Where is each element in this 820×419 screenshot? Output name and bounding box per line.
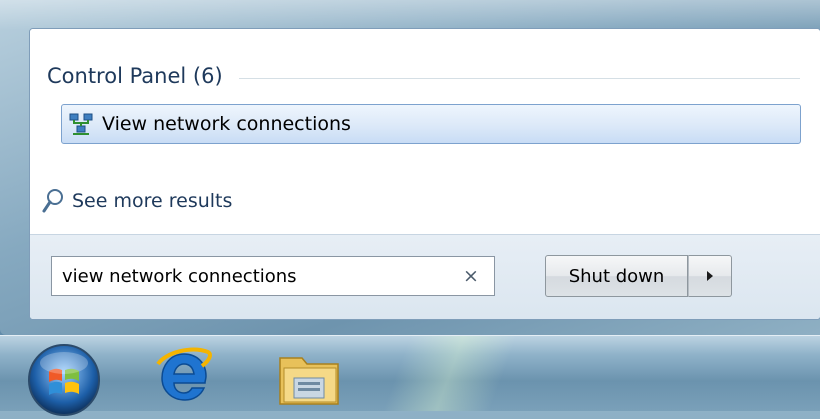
see-more-results-link[interactable]: See more results (42, 186, 232, 216)
result-label: View network connections (102, 113, 351, 135)
search-input[interactable] (52, 258, 456, 294)
shutdown-options-button[interactable] (688, 255, 732, 297)
magnifier-icon (42, 189, 63, 213)
start-menu-panel: Control Panel (6) View network connectio… (29, 28, 820, 320)
network-connections-icon (69, 113, 93, 135)
search-results: Control Panel (6) View network connectio… (30, 29, 820, 237)
start-orb[interactable] (25, 341, 103, 419)
see-more-label: See more results (72, 190, 233, 212)
windows-explorer-icon[interactable] (276, 348, 344, 410)
power-controls: Shut down (545, 255, 732, 297)
start-menu-bottom-bar: × Shut down (30, 234, 820, 319)
arrow-right-icon (707, 271, 713, 281)
shutdown-button[interactable]: Shut down (545, 255, 688, 297)
taskbar (0, 335, 820, 416)
internet-explorer-icon[interactable] (152, 344, 216, 408)
start-menu-frame: Control Panel (6) View network connectio… (0, 0, 820, 335)
group-title[interactable]: Control Panel (6) (47, 64, 223, 88)
clear-search-icon[interactable]: × (456, 265, 486, 287)
results-group-header: Control Panel (6) (47, 61, 800, 91)
group-divider (238, 77, 800, 79)
result-view-network-connections[interactable]: View network connections (61, 104, 801, 144)
search-box: × (51, 256, 495, 296)
